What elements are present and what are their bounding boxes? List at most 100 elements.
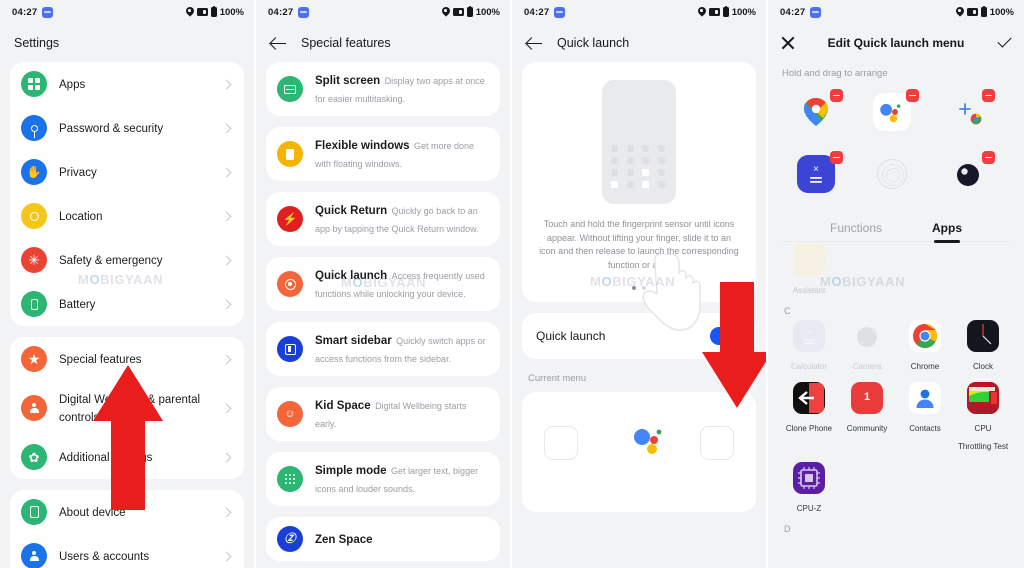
split-screen-icon bbox=[277, 76, 303, 102]
sidebar-item-safety-emergency[interactable]: ✳ Safety & emergency bbox=[10, 238, 244, 282]
sidebar-item-users-accounts[interactable]: Users & accounts bbox=[10, 534, 244, 568]
feature-title: Quick launch bbox=[315, 270, 388, 282]
feature-row-quick-return[interactable]: ⚡ Quick Return Quickly go back to an app… bbox=[266, 192, 500, 246]
tab-functions[interactable]: Functions bbox=[830, 221, 882, 241]
menu-slot[interactable] bbox=[544, 426, 578, 460]
sidebar-item-apps[interactable]: Apps bbox=[10, 62, 244, 106]
page-title: Quick launch bbox=[557, 36, 630, 50]
feature-title: Smart sidebar bbox=[315, 335, 392, 347]
feature-title: Kid Space bbox=[315, 400, 371, 412]
sidebar-item-password-security[interactable]: Password & security bbox=[10, 106, 244, 150]
feature-row-simple-mode[interactable]: Simple mode Get larger text, bigger icon… bbox=[266, 452, 500, 506]
app-tile-calculator[interactable]: × Calculator bbox=[783, 320, 835, 374]
privacy-hand-icon: ✋ bbox=[21, 159, 47, 185]
app-tile-community[interactable]: 1 Community bbox=[841, 382, 893, 454]
edit-menu-tabs[interactable]: Functions Apps bbox=[782, 213, 1010, 242]
status-bar: 04:27 100% bbox=[512, 0, 766, 24]
app-tile-contacts[interactable]: Contacts bbox=[899, 382, 951, 454]
battery-percent: 100% bbox=[989, 6, 1014, 18]
svg-text:×: × bbox=[813, 164, 819, 175]
quick-item-empty-slot[interactable] bbox=[873, 151, 919, 197]
app-tile-cpu-z[interactable]: CPU-Z bbox=[783, 462, 835, 516]
app-label: Clock bbox=[972, 362, 993, 371]
status-bar: 04:27 100% bbox=[768, 0, 1024, 24]
camera-icon bbox=[966, 8, 978, 16]
dot-grid-icon bbox=[277, 466, 303, 492]
hand-illustration bbox=[642, 254, 701, 331]
back-arrow-icon[interactable] bbox=[526, 35, 543, 52]
sidebar-item-privacy[interactable]: ✋ Privacy bbox=[10, 150, 244, 194]
app-tile-cpu-throttling-test[interactable]: CPU Throttling Test bbox=[957, 382, 1009, 454]
quick-item-calculator[interactable]: × bbox=[797, 151, 843, 197]
page-title: Edit Quick launch menu bbox=[827, 36, 965, 50]
check-icon[interactable] bbox=[996, 35, 1012, 51]
back-arrow-icon[interactable] bbox=[270, 35, 287, 52]
section-letter-c: C bbox=[784, 306, 791, 316]
svg-text:×: × bbox=[806, 327, 811, 337]
row-label: Users & accounts bbox=[59, 551, 150, 563]
feature-card[interactable]: Quick launch Access frequently used func… bbox=[266, 257, 500, 311]
feature-card[interactable]: Ⓩ Zen Space bbox=[266, 517, 500, 561]
settings-card-group-1: Apps Password & security ✋ Privacy Locat… bbox=[10, 62, 244, 326]
row-label: Safety & emergency bbox=[59, 255, 163, 267]
remove-icon[interactable] bbox=[982, 151, 995, 164]
feature-card[interactable]: Split screen Display two apps at once fo… bbox=[266, 62, 500, 116]
panel-special-features: 04:27 100% Special features Split screen bbox=[256, 0, 512, 568]
feature-title: Zen Space bbox=[315, 534, 373, 546]
tab-apps[interactable]: Apps bbox=[932, 221, 962, 241]
feature-row-quick-launch[interactable]: Quick launch Access frequently used func… bbox=[266, 257, 500, 311]
quick-launch-illustration-card: Touch and hold the fingerprint sensor un… bbox=[522, 62, 756, 331]
chevron-right-icon bbox=[221, 507, 232, 517]
feature-card[interactable]: ⚡ Quick Return Quickly go back to an app… bbox=[266, 192, 500, 246]
remove-icon[interactable] bbox=[830, 151, 843, 164]
feature-row-zen-space[interactable]: Ⓩ Zen Space bbox=[266, 517, 500, 561]
feature-row-kid-space[interactable]: ☺ Kid Space Digital Wellbeing starts ear… bbox=[266, 387, 500, 441]
feature-card[interactable]: Smart sidebar Quickly switch apps or acc… bbox=[266, 322, 500, 376]
app-tile-chrome[interactable]: Chrome bbox=[899, 320, 951, 374]
feature-row-split-screen[interactable]: Split screen Display two apps at once fo… bbox=[266, 62, 500, 116]
app-bar-edit-menu: Edit Quick launch menu bbox=[768, 24, 1024, 62]
gear-icon: ✿ bbox=[21, 444, 47, 470]
chevron-right-icon bbox=[221, 255, 232, 265]
fingerprint-ripple-icon bbox=[873, 155, 911, 193]
feature-card[interactable]: ☺ Kid Space Digital Wellbeing starts ear… bbox=[266, 387, 500, 441]
feature-list[interactable]: Split screen Display two apps at once fo… bbox=[256, 62, 510, 561]
feature-card[interactable]: Flexible windows Get more done with floa… bbox=[266, 127, 500, 181]
row-label: Location bbox=[59, 211, 103, 223]
camera-icon bbox=[452, 8, 464, 16]
feature-row-flexible-windows[interactable]: Flexible windows Get more done with floa… bbox=[266, 127, 500, 181]
kid-face-icon: ☺ bbox=[277, 401, 303, 427]
current-menu-card bbox=[522, 392, 756, 512]
drag-hint: Hold and drag to arrange bbox=[782, 68, 888, 79]
row-label: Battery bbox=[59, 299, 96, 311]
remove-icon[interactable] bbox=[906, 89, 919, 102]
clone-phone-icon bbox=[793, 382, 825, 414]
location-pin-icon bbox=[186, 7, 194, 17]
feature-card[interactable]: Simple mode Get larger text, bigger icon… bbox=[266, 452, 500, 506]
app-tile-camera[interactable]: Camera bbox=[841, 320, 893, 374]
location-pin-icon bbox=[698, 7, 706, 17]
phone-app-grid bbox=[611, 145, 667, 188]
remove-icon[interactable] bbox=[982, 89, 995, 102]
calculator-icon: × bbox=[793, 320, 825, 352]
quick-item-google-assistant[interactable] bbox=[873, 89, 919, 135]
menu-slot[interactable] bbox=[700, 426, 734, 460]
quick-item-camera[interactable] bbox=[949, 151, 995, 197]
remove-icon[interactable] bbox=[830, 89, 843, 102]
feature-row-smart-sidebar[interactable]: Smart sidebar Quickly switch apps or acc… bbox=[266, 322, 500, 376]
app-tile-assistant[interactable]: Assistant bbox=[782, 244, 836, 298]
star-icon: ★ bbox=[21, 346, 47, 372]
cpu-throttling-icon bbox=[967, 382, 999, 414]
app-label: Contacts bbox=[909, 424, 941, 433]
close-icon[interactable] bbox=[780, 35, 796, 51]
battery-icon bbox=[210, 5, 217, 17]
status-bar: 04:27 100% bbox=[256, 0, 510, 24]
sidebar-item-location[interactable]: Location bbox=[10, 194, 244, 238]
app-tile-clock[interactable]: Clock bbox=[957, 320, 1009, 374]
quick-item-chrome-new-tab[interactable] bbox=[949, 89, 995, 135]
menu-slot-row bbox=[522, 426, 756, 460]
feature-title: Flexible windows bbox=[315, 140, 410, 152]
sidebar-item-battery[interactable]: Battery bbox=[10, 282, 244, 326]
app-tile-clone-phone[interactable]: Clone Phone bbox=[783, 382, 835, 454]
quick-item-google-maps[interactable] bbox=[797, 89, 843, 135]
